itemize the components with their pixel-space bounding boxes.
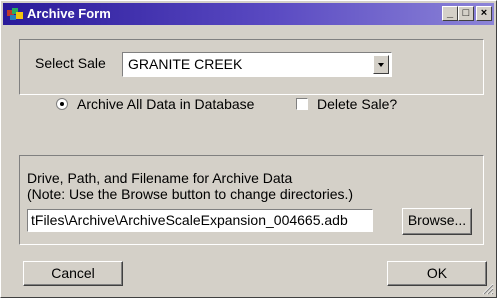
cancel-button-label: Cancel [51,265,95,281]
cancel-button[interactable]: Cancel [23,261,123,286]
radio-selected-dot [60,102,64,106]
archive-path-value: tFiles\Archive\ArchiveScaleExpansion_004… [31,212,348,228]
ok-button[interactable]: OK [387,261,487,286]
close-button[interactable]: × [476,6,492,21]
archive-all-radio[interactable] [56,98,68,110]
minimize-button[interactable]: _ [442,6,458,21]
minimize-icon: _ [446,7,454,19]
archive-form-window: Archive Form _ □ × Select Sale GRANITE C… [0,0,497,298]
browse-button[interactable]: Browse... [402,208,472,235]
select-sale-label: Select Sale [35,55,106,71]
browse-button-label: Browse... [407,212,467,228]
sale-dropdown-button[interactable] [373,55,389,74]
title-bar[interactable]: Archive Form _ □ × [3,3,494,25]
chevron-down-icon [378,63,384,67]
delete-sale-label[interactable]: Delete Sale? [317,96,397,112]
archive-path-input[interactable]: tFiles\Archive\ArchiveScaleExpansion_004… [27,209,373,232]
archive-all-label[interactable]: Archive All Data in Database [77,96,254,112]
window-title: Archive Form [27,6,111,21]
delete-sale-checkbox[interactable] [296,98,308,110]
app-icon [7,8,23,20]
sale-select-value: GRANITE CREEK [128,56,243,72]
sale-select[interactable]: GRANITE CREEK [122,52,392,77]
resize-grip-icon[interactable] [482,283,494,295]
maximize-icon: □ [462,7,470,19]
close-icon: × [480,7,488,19]
maximize-button[interactable]: □ [458,6,474,21]
ok-button-label: OK [426,265,448,281]
archive-path-label: Drive, Path, and Filename for Archive Da… [27,170,293,186]
archive-path-note: (Note: Use the Browse button to change d… [27,186,354,202]
